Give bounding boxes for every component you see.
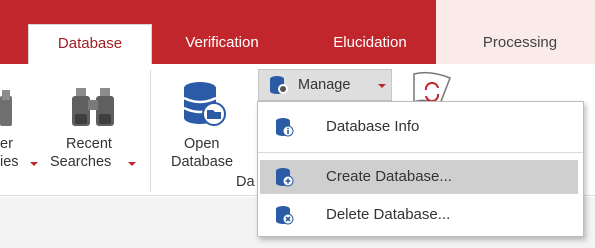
open-database-label-1: Open: [184, 136, 220, 152]
menu-item-create-database[interactable]: Create Database...: [260, 160, 578, 194]
manage-caret: [378, 84, 386, 88]
partial-left-button[interactable]: er ies: [0, 70, 44, 190]
database-group-label: Da: [236, 174, 255, 190]
ribbon-group-separator: [150, 70, 151, 192]
manage-label: Manage: [298, 77, 351, 93]
tab-verification[interactable]: Verification: [160, 30, 284, 64]
open-database-label-2: Database: [171, 154, 234, 170]
delete-database-icon: [276, 206, 294, 225]
tab-database[interactable]: Database: [28, 24, 152, 64]
create-database-icon: [276, 168, 294, 187]
binoculars-icon: [0, 90, 12, 126]
manage-dropdown-menu: Database Info Create Database... Delete …: [257, 101, 584, 237]
binoculars-icon: [72, 88, 114, 126]
tab-processing[interactable]: Processing: [458, 30, 582, 64]
manage-database-icon: [270, 76, 288, 94]
menu-item-delete-database[interactable]: Delete Database...: [260, 198, 578, 232]
open-database-button[interactable]: Open Database: [160, 70, 252, 170]
tab-elucidation[interactable]: Elucidation: [308, 30, 432, 64]
partial-left-label-top: er: [0, 136, 13, 152]
menu-item-label: Delete Database...: [326, 206, 451, 223]
recent-searches-button[interactable]: Recent Searches: [44, 70, 142, 190]
open-database-icon: [183, 82, 226, 126]
database-info-icon: [276, 118, 294, 137]
recent-searches-label-1: Recent: [66, 136, 112, 152]
menu-item-label: Create Database...: [326, 168, 452, 185]
menu-item-label: Database Info: [326, 118, 420, 135]
partial-left-caret: [30, 162, 38, 166]
partial-left-label-bottom: ies: [0, 154, 19, 170]
recent-searches-caret: [128, 162, 136, 166]
recent-searches-label-2: Searches: [50, 154, 112, 170]
menu-separator: [258, 152, 583, 153]
menu-item-database-info[interactable]: Database Info: [260, 110, 578, 144]
